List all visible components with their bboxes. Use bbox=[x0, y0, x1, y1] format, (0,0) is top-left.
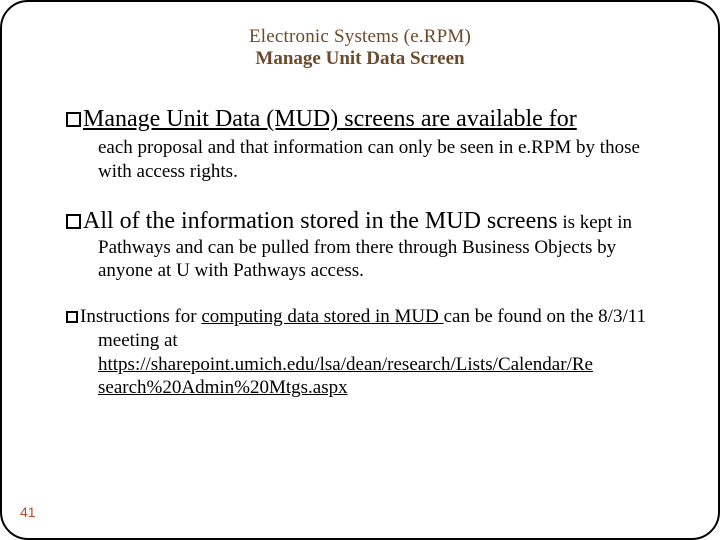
bullet-item-3: Instructions for computing data stored i… bbox=[66, 305, 668, 400]
header-line-2: Manage Unit Data Screen bbox=[182, 48, 538, 70]
slide-header: Electronic Systems (e.RPM) Manage Unit D… bbox=[182, 26, 538, 70]
header-line-1: Electronic Systems (e.RPM) bbox=[182, 26, 538, 48]
bullet1-lead: Manage Unit Data (MUD) screens are avail… bbox=[83, 106, 577, 132]
page-number: 41 bbox=[20, 504, 36, 520]
bullet3-pre: Instructions for bbox=[80, 306, 201, 327]
square-bullet-icon bbox=[66, 112, 81, 127]
bullet-item-2: All of the information stored in the MUD… bbox=[66, 206, 668, 284]
bullet1-continuation: each proposal and that information can o… bbox=[98, 136, 668, 184]
square-bullet-icon bbox=[66, 214, 81, 229]
bullet-item-1: Manage Unit Data (MUD) screens are avail… bbox=[66, 104, 668, 184]
slide-frame: Electronic Systems (e.RPM) Manage Unit D… bbox=[0, 0, 720, 540]
slide-body: Manage Unit Data (MUD) screens are avail… bbox=[42, 104, 678, 400]
bullet3-link: https://sharepoint.umich.edu/lsa/dean/re… bbox=[98, 353, 593, 401]
bullet2-lead: All of the information stored in the MUD… bbox=[83, 208, 558, 234]
square-bullet-icon bbox=[66, 311, 78, 323]
bullet3-underline: computing data stored in MUD bbox=[201, 306, 443, 327]
